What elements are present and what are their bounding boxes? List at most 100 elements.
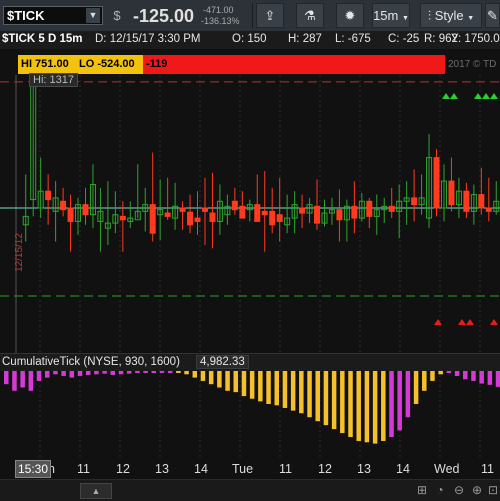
histogram-bar (454, 371, 460, 376)
histogram-bar (331, 371, 337, 430)
time-tick: 13 (155, 462, 169, 476)
watermark: 2017 © TD (448, 59, 497, 70)
time-tick: 14 (396, 462, 410, 476)
time-tick: Tue (232, 462, 254, 476)
candle-body (179, 207, 186, 212)
candle-body (209, 212, 216, 222)
time-tick: 11 (279, 462, 292, 476)
histogram-bar (405, 371, 411, 418)
candle-body (254, 204, 261, 222)
timeframe-label: 15m (373, 8, 399, 23)
histogram-bar (126, 371, 132, 374)
histogram-bar (340, 371, 345, 434)
settings-button[interactable]: ✹ (336, 3, 364, 28)
flask-icon: ⚗ (304, 8, 316, 23)
buy-signal-arrow (450, 93, 458, 99)
symbol-dropdown-icon[interactable]: ▼ (86, 8, 100, 23)
histogram-bar (413, 371, 419, 404)
candle-body (485, 207, 492, 212)
histogram-bar (290, 371, 296, 411)
price-chart[interactable] (0, 75, 500, 353)
time-tick: 11 (77, 462, 90, 476)
histogram-bar (274, 371, 279, 406)
candle-body (276, 214, 283, 222)
candle-body (448, 180, 455, 206)
histogram-bar (20, 371, 25, 388)
histogram-bar (176, 371, 181, 373)
indicator-value: 4,982.33 (196, 355, 249, 369)
zoom-in-icon[interactable]: ⊕ (470, 483, 484, 497)
info-low: L: -675 (335, 33, 371, 45)
cumulative-tick-histogram[interactable] (0, 370, 500, 459)
candle-body (201, 207, 208, 212)
studies-button[interactable]: ⚗ (296, 3, 324, 28)
sell-signal-arrow (458, 319, 466, 325)
style-button[interactable]: ⫶ Style ▼ (420, 3, 482, 28)
histogram-bar (151, 371, 157, 373)
sell-signal-arrow (490, 319, 498, 325)
histogram-bar (389, 371, 394, 437)
dollar-icon[interactable]: $ (110, 9, 124, 23)
toolbar-separator (252, 3, 253, 28)
histogram-bar (356, 371, 361, 441)
high-annotation: Hi: 1317 (29, 73, 78, 87)
histogram-bar (315, 371, 320, 422)
candle-body (463, 190, 470, 212)
sell-signal-arrow (466, 319, 474, 325)
histogram-bar (12, 371, 17, 391)
histogram-bar (208, 371, 214, 385)
info-y: Y: 1750.01 (451, 33, 500, 45)
histogram-bar (159, 371, 165, 373)
histogram-bar (299, 371, 304, 414)
candle-body (433, 157, 440, 209)
info-high: H: 287 (288, 33, 322, 45)
top-toolbar: $TICK ▼ $ -125.00 -471.00 -136.13% ⇪ ⚗ ✹… (0, 0, 500, 32)
histogram-bar (200, 371, 206, 381)
fit-icon[interactable]: ⊡ (486, 483, 500, 497)
draw-button[interactable]: ✎ (485, 3, 500, 28)
chevron-down-icon: ▼ (467, 15, 475, 22)
histogram-bar (323, 371, 329, 426)
histogram-bar (102, 371, 107, 374)
histogram-bar (381, 371, 386, 441)
histogram-bar (135, 371, 140, 373)
scroll-up-button[interactable]: ▲ (80, 483, 112, 499)
candle-body (351, 205, 358, 219)
histogram-bar (94, 371, 99, 375)
chart-title: $TICK 5 D 15m (2, 33, 83, 45)
expand-icon[interactable]: ⊞ (415, 483, 429, 497)
buy-signal-arrow (442, 93, 450, 99)
histogram-bar (36, 371, 42, 381)
candle-body (231, 200, 238, 211)
zoom-out-icon[interactable]: ⊖ (452, 483, 466, 497)
histogram-bar (225, 371, 230, 391)
last-value-bar: -119 (143, 55, 445, 74)
drawing-icon[interactable]: ◔ (433, 483, 447, 497)
buy-signal-arrow (474, 93, 482, 99)
change-absolute: -471.00 (203, 5, 234, 15)
time-tick: 13 (357, 462, 371, 476)
histogram-bar (249, 371, 255, 399)
candle-body (82, 204, 89, 216)
export-button[interactable]: ⇪ (256, 3, 284, 28)
time-axis: n 11 12 13 14 Tue 11 12 13 14 Wed 11 15:… (0, 459, 500, 479)
lo-label: LO -524.00 (76, 55, 148, 74)
candle-body (67, 207, 74, 222)
candle-body (478, 194, 485, 209)
candle-body (239, 205, 246, 219)
time-tick: 12 (318, 462, 332, 476)
histogram-bar (217, 371, 222, 388)
timeframe-button[interactable]: 15m ▼ (372, 3, 410, 28)
histogram-bar (69, 371, 75, 378)
histogram-bar (53, 371, 58, 375)
buy-signal-arrow (482, 93, 490, 99)
symbol-input[interactable]: $TICK ▼ (3, 6, 103, 25)
histogram-bar (233, 371, 239, 393)
histogram-bar (143, 371, 148, 373)
candle-body (388, 205, 395, 212)
histogram-bar (495, 371, 500, 387)
histogram-bar (372, 371, 378, 444)
style-label: Style (434, 8, 464, 23)
histogram-bar (241, 371, 247, 397)
candle-body (411, 197, 418, 206)
